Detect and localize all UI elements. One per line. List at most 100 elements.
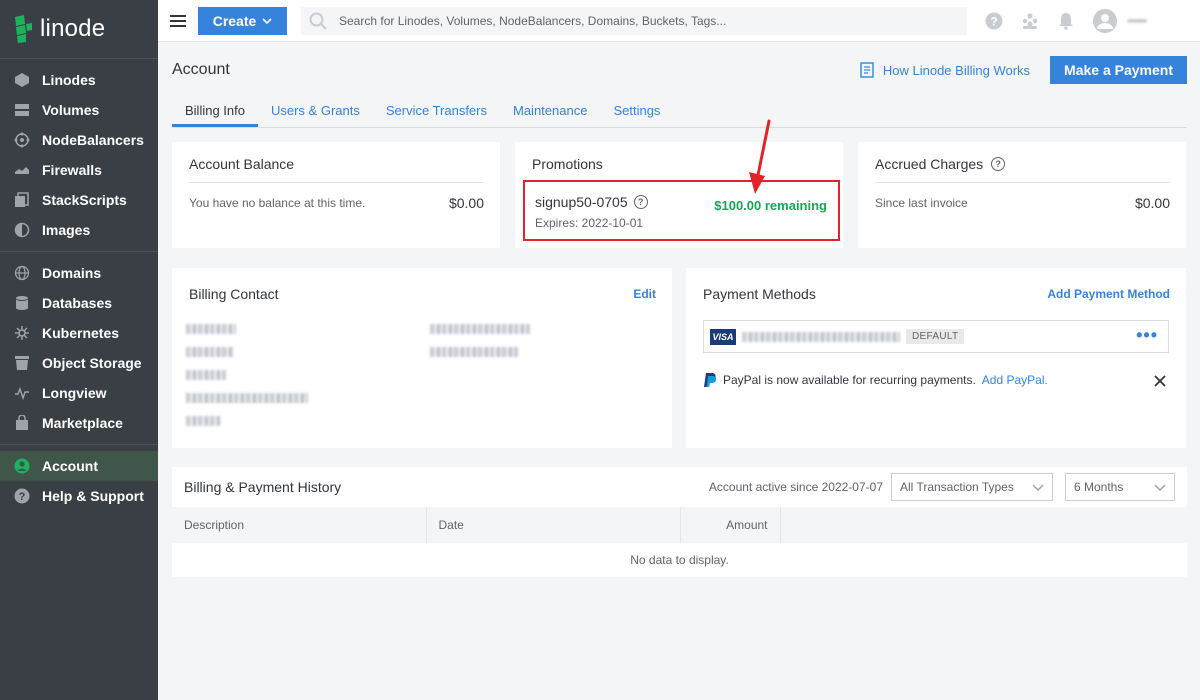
edit-billing-contact-link[interactable]: Edit xyxy=(633,287,656,301)
paypal-text: PayPal is now available for recurring pa… xyxy=(723,373,976,387)
stackscripts-icon xyxy=(14,192,30,208)
sidebar-item-linodes[interactable]: Linodes xyxy=(0,65,158,95)
account-tabs: Billing Info Users & Grants Service Tran… xyxy=(172,98,1187,128)
transaction-type-select[interactable]: All Transaction Types xyxy=(891,473,1053,501)
chevron-down-icon xyxy=(262,17,272,24)
tab-settings[interactable]: Settings xyxy=(600,98,673,127)
add-paypal-link[interactable]: Add PayPal. xyxy=(982,373,1048,387)
payment-method-row: VISA DEFAULT ••• xyxy=(703,320,1169,353)
help-icon: ? xyxy=(14,488,30,504)
billing-docs-label: How Linode Billing Works xyxy=(882,62,1031,78)
volumes-icon xyxy=(14,102,30,118)
avatar[interactable] xyxy=(1093,8,1117,33)
sidebar-item-marketplace[interactable]: Marketplace xyxy=(0,408,158,438)
billing-history-card: Billing & Payment History Account active… xyxy=(172,467,1187,577)
promotion-highlight-box: signup50-0705 ? Expires: 2022-10-01 $100… xyxy=(523,180,840,241)
sidebar-item-firewalls[interactable]: Firewalls xyxy=(0,155,158,185)
page-header: Account How Linode Billing Works Make a … xyxy=(172,42,1187,98)
annotation-arrow-icon xyxy=(749,119,771,194)
default-badge: DEFAULT xyxy=(906,329,965,344)
sidebar-item-label: NodeBalancers xyxy=(42,132,144,148)
username[interactable]: •••••• xyxy=(1127,14,1147,28)
databases-icon xyxy=(14,295,30,311)
promo-help-icon[interactable]: ? xyxy=(633,195,648,209)
search-input[interactable] xyxy=(339,13,939,28)
sidebar-item-domains[interactable]: Domains xyxy=(0,258,158,288)
chevron-down-icon xyxy=(1154,483,1166,491)
column-date[interactable]: Date xyxy=(426,507,681,543)
help-icon[interactable]: ? xyxy=(985,12,1003,30)
nav-group-account: Account ? Help & Support xyxy=(0,444,158,517)
sidebar-item-label: Domains xyxy=(42,265,102,281)
paypal-banner: PayPal is now available for recurring pa… xyxy=(703,372,1048,388)
linode-logo[interactable]: linode xyxy=(0,0,158,58)
accrued-text: Since last invoice xyxy=(875,196,968,210)
sidebar-item-stackscripts[interactable]: StackScripts xyxy=(0,185,158,215)
sidebar-item-databases[interactable]: Databases xyxy=(0,288,158,318)
main-content: Account How Linode Billing Works Make a … xyxy=(172,42,1187,128)
sidebar-item-label: Databases xyxy=(42,295,113,311)
payment-method-menu-button[interactable]: ••• xyxy=(1136,326,1158,344)
sidebar-item-images[interactable]: Images xyxy=(0,215,158,245)
promo-code: signup50-0705 xyxy=(535,194,628,210)
tab-service-transfers[interactable]: Service Transfers xyxy=(373,98,500,127)
linode-logo-icon xyxy=(15,15,32,43)
object-storage-icon xyxy=(14,355,30,371)
create-button[interactable]: Create xyxy=(198,6,287,35)
sidebar-item-label: Kubernetes xyxy=(42,325,120,341)
search-icon xyxy=(309,12,327,30)
community-icon[interactable] xyxy=(1021,12,1039,30)
balance-amount: $0.00 xyxy=(448,195,484,211)
nodebalancers-icon xyxy=(14,132,30,148)
paypal-icon xyxy=(704,373,717,387)
sidebar-item-account[interactable]: Account xyxy=(0,451,158,481)
nav-group-compute: Linodes Volumes NodeBalancers Firewalls … xyxy=(0,58,158,251)
sidebar-item-object-storage[interactable]: Object Storage xyxy=(0,348,158,378)
accrued-help-icon[interactable]: ? xyxy=(991,157,1006,171)
chevron-down-icon xyxy=(1032,483,1044,491)
add-payment-method-link[interactable]: Add Payment Method xyxy=(1047,287,1170,301)
sidebar-item-volumes[interactable]: Volumes xyxy=(0,95,158,125)
visa-card-icon: VISA xyxy=(710,328,736,345)
document-icon xyxy=(860,62,874,78)
account-balance-title: Account Balance xyxy=(189,156,295,172)
promo-expires: Expires: 2022-10-01 xyxy=(535,216,644,230)
column-amount[interactable]: Amount xyxy=(680,507,781,543)
contact-details-redacted xyxy=(186,324,316,439)
tab-maintenance[interactable]: Maintenance xyxy=(500,98,600,127)
accrued-charges-title: Accrued Charges xyxy=(875,156,984,172)
period-value: 6 Months xyxy=(1074,480,1124,494)
sidebar-item-longview[interactable]: Longview xyxy=(0,378,158,408)
longview-icon xyxy=(14,385,30,401)
accrued-charges-card: Accrued Charges ? Since last invoice $0.… xyxy=(858,142,1186,248)
column-filler xyxy=(780,507,1187,543)
close-icon[interactable] xyxy=(1154,375,1166,387)
images-icon xyxy=(14,222,30,238)
sidebar-item-label: Firewalls xyxy=(42,162,102,178)
sidebar-item-label: Images xyxy=(42,222,91,238)
tab-billing-info[interactable]: Billing Info xyxy=(172,98,258,127)
billing-docs-link[interactable]: How Linode Billing Works xyxy=(859,62,1030,78)
domains-icon xyxy=(14,265,30,281)
nav-group-services: Domains Databases Kubernetes Object Stor… xyxy=(0,251,158,444)
tab-users-grants[interactable]: Users & Grants xyxy=(258,98,373,127)
sidebar: linode Linodes Volumes NodeBalancers Fir… xyxy=(0,0,158,700)
sidebar-item-kubernetes[interactable]: Kubernetes xyxy=(0,318,158,348)
sidebar-item-label: Longview xyxy=(42,385,107,401)
sidebar-item-help-support[interactable]: ? Help & Support xyxy=(0,481,158,511)
bell-icon[interactable] xyxy=(1057,12,1075,30)
firewalls-icon xyxy=(14,162,30,178)
menu-toggle-button[interactable] xyxy=(158,14,198,27)
sidebar-item-label: Volumes xyxy=(42,102,100,118)
marketplace-icon xyxy=(14,415,30,431)
sidebar-item-nodebalancers[interactable]: NodeBalancers xyxy=(0,125,158,155)
column-description[interactable]: Description xyxy=(172,507,427,543)
sidebar-item-label: Help & Support xyxy=(42,488,144,504)
sidebar-item-label: StackScripts xyxy=(42,192,127,208)
account-icon xyxy=(14,458,30,474)
make-payment-button[interactable]: Make a Payment xyxy=(1050,56,1187,84)
payment-methods-title: Payment Methods xyxy=(703,286,816,302)
billing-history-title: Billing & Payment History xyxy=(184,479,342,495)
brand-name: linode xyxy=(40,15,106,42)
period-select[interactable]: 6 Months xyxy=(1065,473,1175,501)
